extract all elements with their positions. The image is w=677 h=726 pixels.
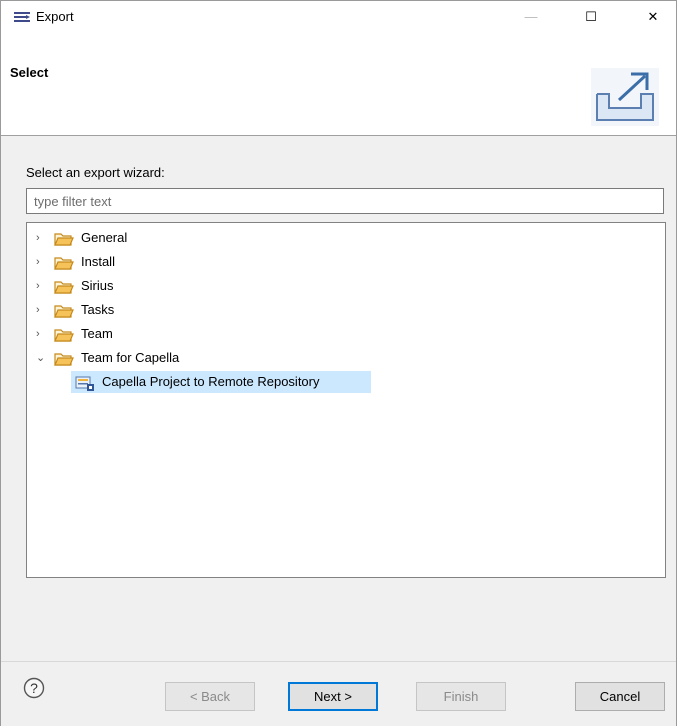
tree-item-label: Install — [81, 254, 115, 269]
close-button[interactable]: ✕ — [630, 1, 676, 33]
export-dialog: Export — ☐ ✕ Select Select an export wiz… — [0, 0, 677, 726]
next-button[interactable]: Next > — [288, 682, 378, 711]
tree-item-label: Team for Capella — [81, 350, 180, 365]
tree-item-label: Capella Project to Remote Repository — [102, 374, 320, 389]
page-title: Select — [10, 65, 49, 80]
tree-item-tasks[interactable]: › Tasks — [27, 298, 665, 322]
export-wizard-icon — [591, 68, 659, 126]
folder-icon — [54, 281, 74, 294]
help-glyph: ? — [30, 680, 38, 696]
wizard-tree[interactable]: › General › Install › Sirius › Tasks › T… — [26, 222, 666, 578]
chevron-right-icon[interactable]: › — [36, 274, 46, 298]
tree-item-label: Tasks — [81, 302, 115, 317]
title-bar[interactable]: Export — ☐ ✕ — [1, 1, 676, 33]
minimize-button[interactable]: — — [508, 1, 554, 33]
filter-input[interactable] — [26, 188, 664, 214]
maximize-button[interactable]: ☐ — [568, 1, 614, 33]
tree-item-sirius[interactable]: › Sirius — [27, 274, 665, 298]
tree-item-capella-project-to-remote-repository[interactable]: Capella Project to Remote Repository — [27, 370, 665, 394]
cancel-button[interactable]: Cancel — [575, 682, 665, 711]
tree-item-label: Sirius — [81, 278, 114, 293]
folder-icon — [54, 233, 74, 246]
finish-button[interactable]: Finish — [416, 682, 506, 711]
help-icon[interactable]: ? — [23, 677, 45, 699]
tree-item-team[interactable]: › Team — [27, 322, 665, 346]
chevron-down-icon[interactable]: ⌄ — [36, 346, 46, 370]
tree-item-team-for-capella[interactable]: ⌄ Team for Capella — [27, 346, 665, 370]
folder-icon — [54, 329, 74, 342]
back-button[interactable]: < Back — [165, 682, 255, 711]
wizard-banner: Select — [1, 33, 676, 136]
dialog-footer: ? < Back Next > Finish Cancel — [1, 661, 676, 726]
chevron-right-icon[interactable]: › — [36, 250, 46, 274]
filter-label: Select an export wizard: — [26, 165, 165, 180]
chevron-right-icon[interactable]: › — [36, 226, 46, 250]
tree-item-general[interactable]: › General — [27, 226, 665, 250]
folder-icon — [54, 257, 74, 270]
folder-icon — [54, 305, 74, 318]
export-app-icon — [14, 12, 30, 22]
chevron-right-icon[interactable]: › — [36, 298, 46, 322]
remote-repository-export-icon — [75, 376, 94, 391]
chevron-right-icon[interactable]: › — [36, 322, 46, 346]
tree-item-label: Team — [81, 326, 113, 341]
open-folder-icon — [54, 353, 74, 366]
tree-item-label: General — [81, 230, 128, 245]
window-title: Export — [36, 9, 74, 24]
tree-item-install[interactable]: › Install — [27, 250, 665, 274]
